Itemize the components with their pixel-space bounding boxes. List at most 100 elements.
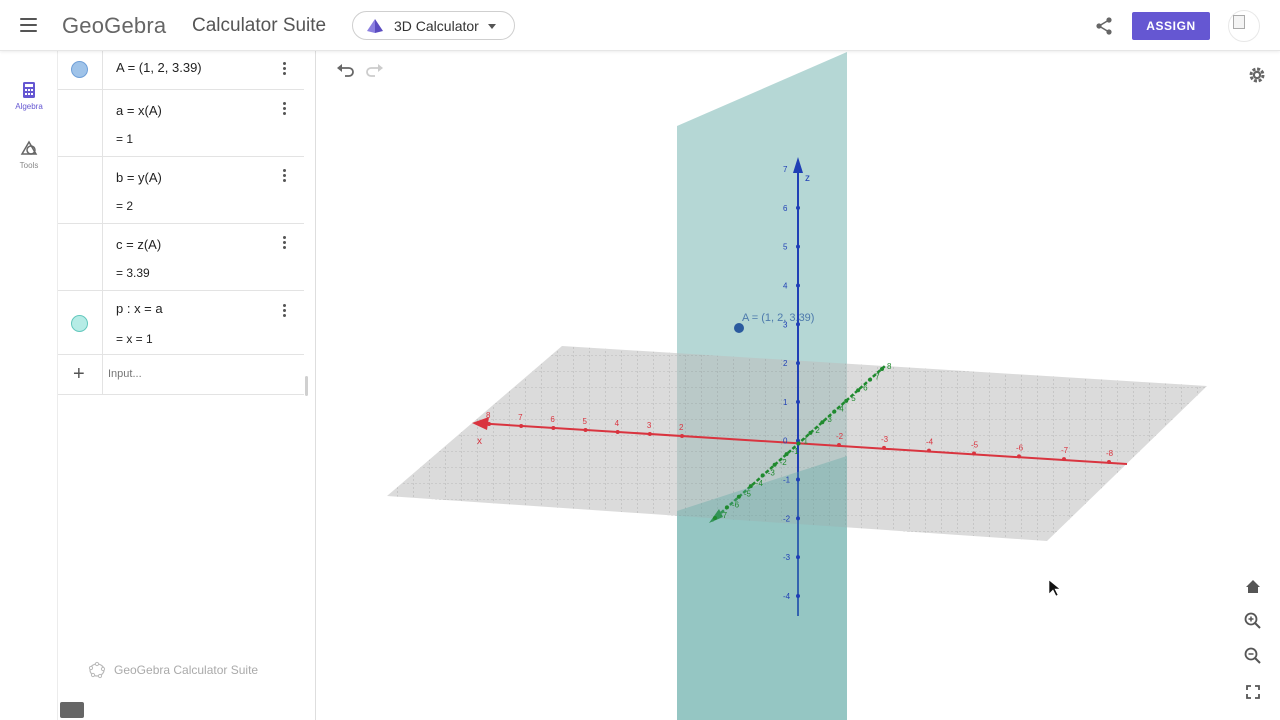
x-tick-mark (972, 451, 976, 456)
row-definition[interactable]: a = x(A) (116, 103, 162, 118)
row-value: = x = 1 (116, 332, 153, 346)
menu-icon[interactable] (20, 18, 37, 32)
algebra-row[interactable]: c = z(A) = 3.39 (58, 224, 304, 291)
x-tick-mark (927, 448, 931, 453)
z-tick-mark (796, 594, 800, 598)
visibility-toggle[interactable] (71, 61, 88, 78)
point-a[interactable] (734, 323, 744, 333)
algebra-input[interactable] (108, 363, 298, 385)
algebra-row[interactable]: a = x(A) = 1 (58, 90, 304, 157)
z-tick-mark (796, 399, 800, 404)
z-tick-label: -1 (783, 476, 791, 485)
app-title: Calculator Suite (192, 15, 327, 36)
y-tick-mark (772, 462, 777, 467)
more-options-icon[interactable] (280, 236, 288, 250)
assign-button[interactable]: ASSIGN (1132, 12, 1210, 40)
more-options-icon[interactable] (280, 304, 288, 318)
point-a-label: A = (1, 2, 3.39) (742, 312, 814, 324)
scrollbar[interactable] (305, 376, 308, 396)
x-tick-mark (837, 443, 841, 447)
visibility-toggle[interactable] (71, 315, 88, 332)
app-picker-label: 3D Calculator (394, 17, 479, 34)
shapes-icon (20, 140, 38, 155)
x-tick-mark (647, 432, 652, 436)
y-tick-label: -1 (792, 447, 800, 456)
row-definition[interactable]: c = z(A) (116, 237, 161, 252)
share-icon[interactable] (1094, 16, 1114, 36)
z-tick-label: 2 (783, 359, 788, 368)
algebra-row[interactable]: A = (1, 2, 3.39) (58, 51, 304, 90)
geogebra-logo-icon (88, 661, 106, 679)
algebra-row[interactable]: p : x = a = x = 1 (58, 291, 304, 355)
y-tick-label: -2 (780, 458, 788, 467)
algebra-row[interactable]: b = y(A) = 2 (58, 157, 304, 224)
y-tick-label: 4 (839, 405, 844, 414)
y-tick-mark (832, 409, 837, 414)
z-tick-mark (796, 516, 800, 521)
x-tick-label: 3 (647, 421, 652, 430)
footer-label: GeoGebra Calculator Suite (114, 663, 259, 677)
y-tick-label: 6 (863, 383, 868, 392)
zoom-in-icon[interactable] (1241, 609, 1265, 633)
fullscreen-icon[interactable] (1241, 680, 1265, 704)
home-icon[interactable] (1241, 575, 1265, 599)
x-tick-label: 4 (615, 419, 620, 428)
z-axis-name: z (805, 173, 810, 184)
y-tick-mark (808, 430, 813, 435)
y-tick-mark (856, 388, 861, 393)
left-rail: Algebra Tools (0, 51, 58, 720)
row-definition[interactable]: A = (1, 2, 3.39) (116, 60, 202, 75)
app-picker-dropdown[interactable]: 3D Calculator (352, 11, 515, 40)
y-tick-mark (760, 473, 765, 478)
z-tick-mark (796, 555, 800, 560)
y-tick-mark (868, 377, 873, 382)
avatar[interactable] (1228, 10, 1260, 42)
x-tick-label: -2 (836, 432, 844, 441)
x-tick-mark (680, 434, 684, 438)
rail-item-tools[interactable]: Tools (0, 140, 58, 188)
z-tick-label: -2 (783, 514, 791, 523)
x-tick-mark (583, 428, 588, 432)
y-tick-label: -6 (732, 500, 740, 509)
x-tick-label: 8 (486, 411, 491, 420)
x-tick-label: -5 (971, 441, 979, 450)
rail-item-algebra[interactable]: Algebra (0, 81, 58, 129)
zoom-out-icon[interactable] (1241, 644, 1265, 668)
more-options-icon[interactable] (280, 169, 288, 183)
plus-icon[interactable]: + (73, 363, 85, 386)
marble-column (58, 224, 103, 290)
row-value: = 1 (116, 132, 134, 146)
row-value: = 2 (116, 199, 134, 213)
y-tick-mark (784, 452, 789, 457)
z-tick-mark (796, 322, 800, 327)
z-tick-label: 0 (783, 437, 788, 446)
mouse-cursor-icon (1048, 579, 1061, 597)
chevron-down-icon (488, 24, 496, 29)
z-tick-label: 3 (783, 320, 788, 329)
row-definition[interactable]: b = y(A) (116, 170, 162, 185)
y-tick-label: 7 (875, 373, 880, 382)
scene-3d[interactable]: x z A = (1, 2, 3.39) 76543210-1-2-3-48 7 6… (317, 51, 1280, 720)
more-options-icon[interactable] (280, 62, 288, 76)
z-tick-mark (796, 361, 800, 366)
broken-image-icon (1233, 15, 1245, 29)
graphics-3d-view[interactable]: x z A = (1, 2, 3.39) 7 6 5 4 3 2 1 0 -1 -2 -3 -4 8 7 6… (317, 51, 1280, 720)
keyboard-icon[interactable] (60, 702, 84, 718)
z-tick-label: -3 (783, 553, 791, 562)
y-tick-mark (796, 441, 801, 446)
input-row[interactable]: + (58, 355, 304, 395)
z-tick-label: 4 (783, 281, 788, 290)
y-tick-mark (713, 516, 717, 520)
calculator-icon (23, 82, 35, 98)
z-tick-mark (796, 477, 800, 482)
x-tick-mark (615, 430, 620, 434)
z-tick-label: 1 (783, 398, 788, 407)
more-options-icon[interactable] (280, 102, 288, 116)
z-tick-label: 7 (783, 165, 788, 174)
y-tick-label: 5 (851, 394, 856, 403)
y-tick-mark (748, 484, 753, 489)
pyramid-icon (367, 18, 383, 33)
row-definition[interactable]: p : x = a (116, 301, 163, 316)
x-tick-mark (882, 445, 886, 450)
y-tick-mark (736, 494, 741, 499)
